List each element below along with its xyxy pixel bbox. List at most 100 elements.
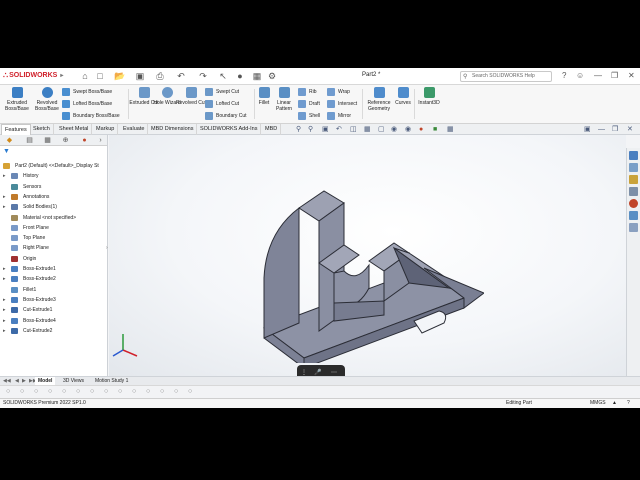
tab-3d-views[interactable]: 3D Views bbox=[60, 377, 87, 385]
tree-item[interactable]: Sensors bbox=[0, 182, 107, 192]
intersect-button[interactable]: Intersect bbox=[327, 99, 357, 109]
tab-solidworks-add-ins[interactable]: SOLIDWORKS Add-Ins bbox=[197, 124, 262, 135]
tool-13-icon[interactable]: ○ bbox=[174, 388, 178, 395]
curves-button[interactable]: Curves bbox=[392, 87, 414, 122]
graphics-area[interactable] bbox=[109, 135, 626, 376]
tree-item[interactable]: ▸ Boss-Extrude4 bbox=[0, 316, 107, 326]
tool-1-icon[interactable]: ○ bbox=[6, 388, 10, 395]
tab-features[interactable]: Features bbox=[1, 124, 31, 135]
tree-item[interactable]: Front Plane bbox=[0, 223, 107, 233]
tool-11-icon[interactable]: ○ bbox=[146, 388, 150, 395]
lofted-cut-button[interactable]: Lofted Cut bbox=[205, 99, 239, 109]
help-search-input[interactable]: ⚲ Search SOLIDWORKS Help bbox=[460, 71, 552, 82]
expand-arrow-icon[interactable]: ▸ bbox=[3, 316, 6, 326]
tab-mbd-dimensions[interactable]: MBD Dimensions bbox=[148, 124, 198, 135]
boundary-boss-button[interactable]: Boundary Boss/Base bbox=[62, 111, 120, 121]
tool-12-icon[interactable]: ○ bbox=[160, 388, 164, 395]
window-restore-icon[interactable]: ❐ bbox=[612, 125, 618, 134]
rib-button[interactable]: Rib bbox=[298, 87, 317, 97]
tab-motion-study[interactable]: Motion Study 1 bbox=[92, 377, 131, 385]
dimxpert-manager-tab-icon[interactable]: ⊕ bbox=[61, 136, 70, 145]
expand-arrow-icon[interactable]: ▸ bbox=[3, 171, 6, 181]
zoom-to-fit-icon[interactable]: ⚲ bbox=[308, 125, 313, 134]
design-library-icon[interactable] bbox=[629, 163, 638, 172]
print-icon[interactable]: ⎙ bbox=[155, 71, 165, 81]
tool-7-icon[interactable]: ○ bbox=[90, 388, 94, 395]
tool-8-icon[interactable]: ○ bbox=[104, 388, 108, 395]
tree-item[interactable]: ▸ Cut-Extrude2 bbox=[0, 326, 107, 336]
user-icon[interactable]: ☺ bbox=[576, 71, 584, 81]
next-tab-arrow-icon[interactable]: ▶ bbox=[22, 377, 26, 385]
restore-icon[interactable]: ❐ bbox=[611, 71, 618, 81]
window-close-icon[interactable]: ✕ bbox=[627, 125, 633, 134]
tab-markup[interactable]: Markup bbox=[93, 124, 119, 135]
boundary-cut-button[interactable]: Boundary Cut bbox=[205, 111, 247, 121]
window-tile-icon[interactable]: ▣ bbox=[584, 125, 591, 134]
redo-icon[interactable]: ↷ bbox=[198, 71, 208, 81]
view-settings-icon[interactable]: ▦ bbox=[447, 125, 454, 134]
tool-9-icon[interactable]: ○ bbox=[118, 388, 122, 395]
expand-arrow-icon[interactable]: ▸ bbox=[3, 192, 6, 202]
view-palette-icon[interactable] bbox=[629, 187, 638, 196]
expand-arrow-icon[interactable]: ▸ bbox=[3, 326, 6, 336]
status-help-icon[interactable]: ? bbox=[627, 399, 630, 408]
tool-6-icon[interactable]: ○ bbox=[76, 388, 80, 395]
tree-item[interactable]: Material <not specified> bbox=[0, 213, 107, 223]
tool-5-icon[interactable]: ○ bbox=[62, 388, 66, 395]
new-file-icon[interactable]: □ bbox=[95, 71, 105, 81]
revolved-boss-button[interactable]: Revolved Boss/Base bbox=[32, 87, 62, 122]
unit-system[interactable]: MMGS bbox=[590, 399, 606, 408]
expand-arrow-icon[interactable]: ▸ bbox=[3, 264, 6, 274]
file-explorer-icon[interactable] bbox=[629, 175, 638, 184]
draft-button[interactable]: Draft bbox=[298, 99, 320, 109]
tab-evaluate[interactable]: Evaluate bbox=[120, 124, 149, 135]
options-icon[interactable]: ⚙ bbox=[267, 71, 277, 81]
tree-item[interactable]: Fillet1 bbox=[0, 285, 107, 295]
dynamic-annotation-icon[interactable]: ▦ bbox=[364, 125, 371, 134]
file-properties-icon[interactable]: ▦ bbox=[252, 71, 262, 81]
tool-10-icon[interactable]: ○ bbox=[132, 388, 136, 395]
select-icon[interactable]: ↖ bbox=[218, 71, 228, 81]
zoom-area-icon[interactable]: ▣ bbox=[322, 125, 329, 134]
scenes-icon[interactable]: ■ bbox=[433, 125, 437, 134]
tool-14-icon[interactable]: ○ bbox=[188, 388, 192, 395]
tree-item[interactable]: ▸ Boss-Extrude3 bbox=[0, 295, 107, 305]
status-arrow-icon[interactable]: ▲ bbox=[612, 399, 617, 408]
search-view-icon[interactable]: ⚲ bbox=[296, 125, 301, 134]
3d-part-model[interactable] bbox=[244, 153, 484, 363]
tree-item[interactable]: ▸ Boss-Extrude1 bbox=[0, 264, 107, 274]
first-tab-arrow-icon[interactable]: ◀◀ bbox=[3, 377, 11, 385]
view-orientation-icon[interactable]: ▢ bbox=[378, 125, 385, 134]
solidworks-forum-icon[interactable] bbox=[629, 223, 638, 232]
expand-arrow-icon[interactable]: ▸ bbox=[3, 274, 6, 284]
wrap-button[interactable]: Wrap bbox=[327, 87, 350, 97]
tab-sketch[interactable]: Sketch bbox=[30, 124, 54, 135]
tool-3-icon[interactable]: ○ bbox=[34, 388, 38, 395]
tree-item[interactable]: Part2 (Default) <<Default>_Display St bbox=[0, 161, 99, 171]
tab-model[interactable]: Model bbox=[35, 377, 56, 385]
tree-item[interactable]: ▸ Annotations bbox=[0, 192, 107, 202]
tree-item[interactable]: ▸ History bbox=[0, 171, 107, 181]
reference-geometry-button[interactable]: Reference Geometry bbox=[364, 87, 394, 122]
undo-icon[interactable]: ↶ bbox=[176, 71, 186, 81]
tab-mbd[interactable]: MBD bbox=[262, 124, 282, 135]
feature-manager-tab-icon[interactable]: ◆ bbox=[5, 136, 14, 145]
tree-item[interactable]: Origin bbox=[0, 254, 107, 264]
tab-sheet-metal[interactable]: Sheet Metal bbox=[56, 124, 93, 135]
edit-appearance-icon[interactable]: ● bbox=[419, 125, 423, 134]
save-icon[interactable]: ▣ bbox=[135, 71, 145, 81]
extruded-boss-button[interactable]: Extruded Boss/Base bbox=[2, 87, 32, 122]
swept-cut-button[interactable]: Swept Cut bbox=[205, 87, 239, 97]
tool-2-icon[interactable]: ○ bbox=[20, 388, 24, 395]
rebuild-icon[interactable]: ● bbox=[235, 71, 245, 81]
swept-boss-button[interactable]: Swept Boss/Base bbox=[62, 87, 112, 97]
display-style-icon[interactable]: ◉ bbox=[391, 125, 397, 134]
custom-properties-icon[interactable] bbox=[629, 211, 638, 220]
home-icon[interactable]: ⌂ bbox=[80, 71, 90, 81]
display-manager-tab-icon[interactable]: ● bbox=[80, 136, 89, 145]
tool-4-icon[interactable]: ○ bbox=[48, 388, 52, 395]
solidworks-logo[interactable]: ∴ SOLIDWORKS ▸ bbox=[3, 71, 63, 80]
tree-item[interactable]: ▸ Boss-Extrude2 bbox=[0, 274, 107, 284]
section-view-icon[interactable]: ◫ bbox=[350, 125, 357, 134]
appearances-icon[interactable] bbox=[629, 199, 638, 208]
